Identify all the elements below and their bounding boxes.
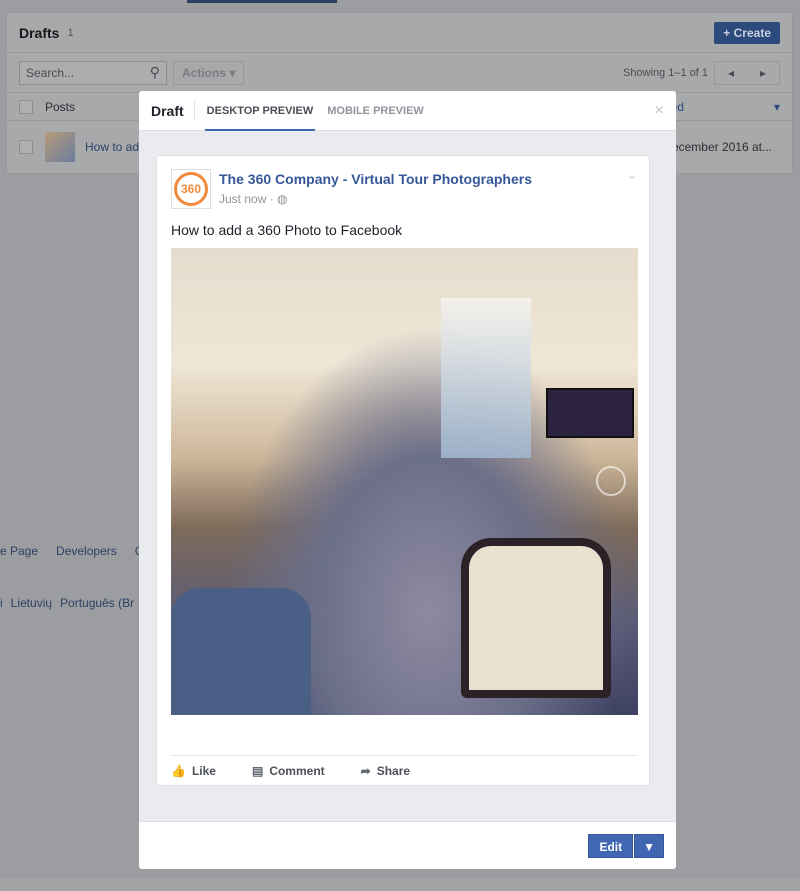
tab-desktop-preview[interactable]: DESKTOP PREVIEW <box>204 91 316 131</box>
page-name-link[interactable]: The 360 Company - Virtual Tour Photograp… <box>219 171 532 187</box>
photo-window <box>441 298 531 458</box>
language-link[interactable]: i <box>0 596 3 610</box>
comment-icon: ▤ <box>251 764 264 778</box>
photo-chair <box>171 588 311 715</box>
drafts-title: Drafts <box>19 24 60 41</box>
share-icon: ➦ <box>360 764 371 778</box>
photo-tv <box>546 388 634 438</box>
search-icon[interactable]: ⚲ <box>150 64 160 81</box>
pagination-status: Showing 1–1 of 1 <box>622 66 708 79</box>
language-link[interactable]: Lietuvių <box>11 596 52 610</box>
comment-label: Comment <box>269 764 325 778</box>
chevron-down-icon[interactable]: ⌄ <box>627 168 637 182</box>
footer-link[interactable]: e Page <box>0 544 38 558</box>
photo-chair <box>461 538 611 698</box>
edit-menu-button[interactable]: ▼ <box>634 834 664 858</box>
search-input[interactable]: Search... ⚲ <box>19 60 167 85</box>
footer-link[interactable]: Developers <box>56 544 117 558</box>
post-updated-date: ecember 2016 at... <box>671 140 772 154</box>
post-timestamp[interactable]: Just now · ◍ <box>219 192 288 206</box>
row-checkbox[interactable] <box>19 140 33 154</box>
comment-button[interactable]: ▤ Comment <box>252 764 325 778</box>
column-posts[interactable]: Posts <box>45 100 75 114</box>
bottom-bar <box>0 879 800 891</box>
edit-button[interactable]: Edit <box>588 834 634 858</box>
drafts-count: 1 <box>67 26 74 39</box>
360-compass-icon[interactable] <box>596 466 626 496</box>
thumbs-up-icon: 👍 <box>171 764 186 778</box>
logo-text: 360 <box>174 172 208 206</box>
next-page-button[interactable]: ▸ <box>747 62 779 84</box>
share-label: Share <box>376 764 411 778</box>
sort-icon: ▾ <box>773 99 780 114</box>
tab-mobile-preview[interactable]: MOBILE PREVIEW <box>325 91 426 131</box>
actions-dropdown[interactable]: Actions ▾ <box>173 60 245 85</box>
360-photo[interactable] <box>171 248 638 715</box>
page-avatar[interactable]: 360 <box>171 169 211 209</box>
close-icon[interactable]: × <box>655 102 664 120</box>
language-link[interactable]: Português (Br <box>60 596 134 610</box>
top-nav-active-tab[interactable] <box>187 0 337 3</box>
create-button[interactable]: + Create <box>714 21 780 44</box>
select-all-checkbox[interactable] <box>19 99 33 114</box>
share-button[interactable]: ➦ Share <box>361 764 410 778</box>
dialog-title: Draft <box>151 100 195 121</box>
post-preview: 360 The 360 Company - Virtual Tour Photo… <box>156 155 650 786</box>
search-placeholder: Search... <box>26 65 75 80</box>
draft-preview-dialog: Draft DESKTOP PREVIEW MOBILE PREVIEW × 3… <box>139 91 676 869</box>
like-label: Like <box>191 764 216 778</box>
post-text: How to add a 360 Photo to Facebook <box>171 222 403 238</box>
prev-page-button[interactable]: ◂ <box>715 62 747 84</box>
post-title-link[interactable]: How to add <box>85 140 146 154</box>
post-thumbnail <box>45 132 75 162</box>
like-button[interactable]: 👍 Like <box>171 764 216 778</box>
